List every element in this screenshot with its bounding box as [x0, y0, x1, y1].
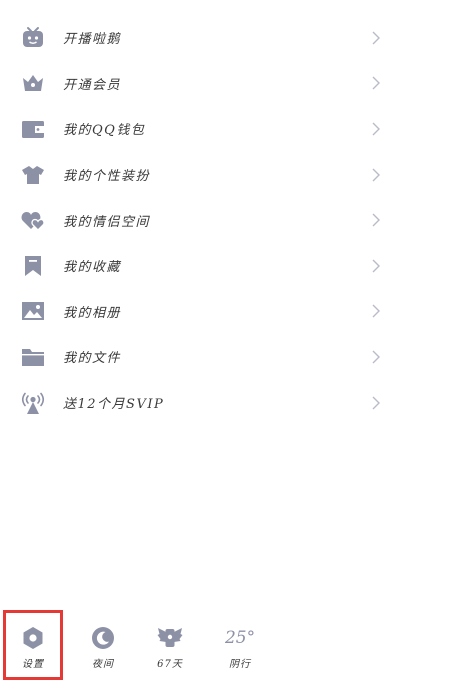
gear-icon	[20, 625, 46, 651]
settings-button[interactable]: 设置	[3, 612, 63, 682]
menu-item-label: 开播啦鹅	[63, 32, 122, 48]
chevron-right-icon	[372, 213, 380, 227]
crown-icon	[20, 70, 46, 96]
chevron-right-icon	[372, 259, 380, 273]
settings-label: 设置	[22, 659, 44, 670]
photo-icon	[20, 298, 46, 324]
menu-item-album[interactable]: 我的相册	[0, 289, 450, 335]
weather-temp-text: 25°	[224, 628, 256, 648]
menu-item-label: 送12个月SVIP	[63, 397, 165, 413]
check-in-days-label: 67天	[157, 659, 183, 670]
menu-item-label: 我的情侣空间	[63, 214, 151, 230]
side-menu-page: 开播啦鹅 开通会员 我的QQ钱包 我的个性装扮 我的情侣空间 我的收藏 我的相册…	[0, 0, 450, 693]
chevron-right-icon	[372, 304, 380, 318]
menu-item-couple[interactable]: 我的情侣空间	[0, 197, 450, 243]
chevron-right-icon	[372, 168, 380, 182]
weather-label: 阴行	[229, 659, 251, 670]
menu-item-label: 开通会员	[63, 77, 122, 93]
chevron-right-icon	[372, 350, 380, 364]
chevron-right-icon	[372, 122, 380, 136]
weather-temperature: 25°	[224, 625, 256, 651]
moon-icon	[90, 625, 116, 651]
menu-item-label: 我的QQ钱包	[63, 123, 146, 139]
weather-button[interactable]: 25° 阴行	[210, 612, 270, 682]
chevron-right-icon	[372, 31, 380, 45]
bottom-bar: 设置 夜间 67天 25° 阴行	[0, 612, 450, 682]
tv-icon	[20, 25, 46, 51]
menu-item-files[interactable]: 我的文件	[0, 334, 450, 380]
menu-item-label: 我的相册	[63, 305, 122, 321]
menu-item-wallet[interactable]: 我的QQ钱包	[0, 106, 450, 152]
check-in-days-button[interactable]: 67天	[140, 612, 200, 682]
night-mode-button[interactable]: 夜间	[73, 612, 133, 682]
wallet-icon	[20, 116, 46, 142]
tshirt-icon	[20, 162, 46, 188]
menu-item-favorites[interactable]: 我的收藏	[0, 243, 450, 289]
winged-badge-icon	[157, 625, 183, 651]
menu-item-style[interactable]: 我的个性装扮	[0, 152, 450, 198]
menu-item-svip-gift[interactable]: 送12个月SVIP	[0, 380, 450, 426]
chevron-right-icon	[372, 76, 380, 90]
bookmark-icon	[20, 253, 46, 279]
menu-item-vip[interactable]: 开通会员	[0, 61, 450, 107]
menu-item-label: 我的文件	[63, 351, 122, 367]
broadcast-icon	[20, 390, 46, 416]
menu-item-live[interactable]: 开播啦鹅	[0, 15, 450, 61]
menu-item-label: 我的收藏	[63, 260, 122, 276]
night-mode-label: 夜间	[92, 659, 114, 670]
menu-item-label: 我的个性装扮	[63, 169, 151, 185]
chevron-right-icon	[372, 396, 380, 410]
folder-icon	[20, 344, 46, 370]
hearts-icon	[20, 207, 46, 233]
menu-list: 开播啦鹅 开通会员 我的QQ钱包 我的个性装扮 我的情侣空间 我的收藏 我的相册…	[0, 15, 450, 425]
